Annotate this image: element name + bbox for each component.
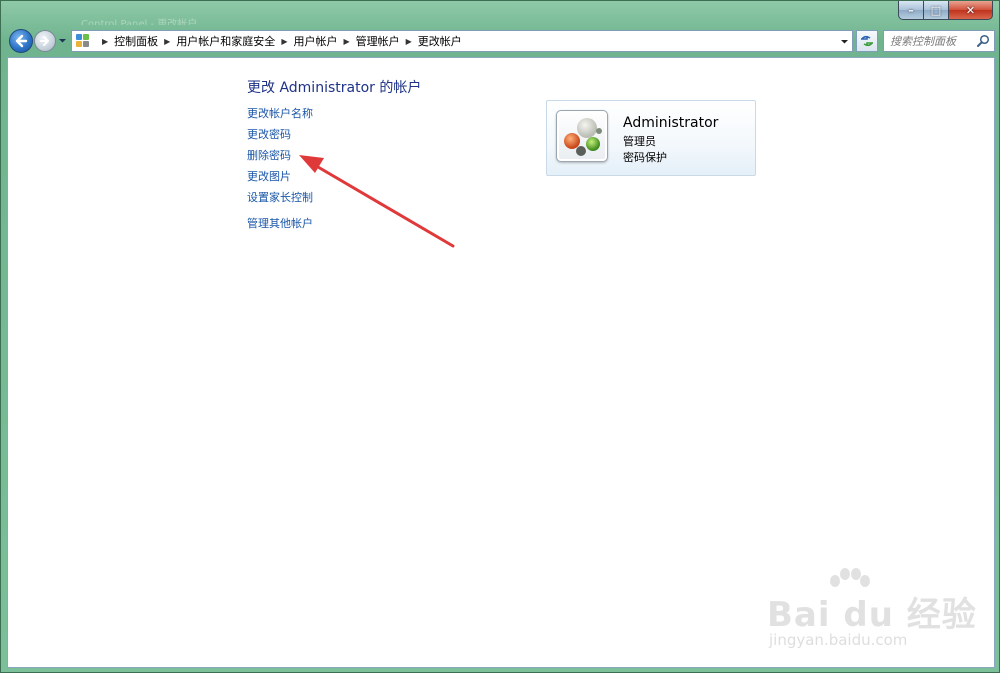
page-title: 更改 Administrator 的帐户: [247, 80, 422, 96]
search-box[interactable]: [883, 30, 995, 52]
account-picture-icon: [564, 118, 602, 156]
breadcrumb-separator-icon[interactable]: ▶: [164, 37, 170, 46]
parental-controls-link[interactable]: 设置家长控制: [247, 190, 313, 211]
breadcrumb: ▶ 控制面板 ▶ 用户帐户和家庭安全 ▶ 用户帐户 ▶ 管理帐户 ▶ 更改帐户: [96, 33, 462, 49]
recent-pages-dropdown[interactable]: [58, 36, 68, 46]
refresh-icon: [861, 35, 873, 47]
control-panel-icon: [76, 34, 90, 48]
remove-password-link[interactable]: 删除密码: [247, 148, 313, 169]
maximize-icon: □: [930, 3, 942, 17]
search-input[interactable]: [890, 34, 974, 48]
account-status: 密码保护: [623, 151, 667, 164]
close-button[interactable]: ✕: [949, 1, 993, 20]
task-list: 更改帐户名称 更改密码 删除密码 更改图片 设置家长控制 管理其他帐户: [247, 106, 313, 237]
chevron-down-icon: [59, 39, 66, 43]
close-icon: ✕: [965, 3, 976, 17]
forward-button[interactable]: [34, 30, 56, 52]
minimize-icon: –: [908, 3, 914, 17]
change-password-link[interactable]: 更改密码: [247, 127, 313, 148]
change-picture-link[interactable]: 更改图片: [247, 169, 313, 190]
breadcrumb-separator-icon[interactable]: ▶: [102, 37, 108, 46]
search-icon[interactable]: [976, 34, 990, 48]
address-bar[interactable]: ▶ 控制面板 ▶ 用户帐户和家庭安全 ▶ 用户帐户 ▶ 管理帐户 ▶ 更改帐户: [71, 30, 853, 52]
forward-arrow-icon: [40, 36, 49, 46]
account-tile: Administrator 管理员 密码保护: [546, 100, 756, 176]
watermark-logo: Bai du 经验: [767, 595, 977, 635]
maximize-button[interactable]: □: [924, 1, 949, 20]
breadcrumb-item-change-account[interactable]: 更改帐户: [418, 33, 462, 49]
title-bar[interactable]: Control Panel - 更改帐户 – □ ✕: [1, 1, 999, 27]
chevron-down-icon: [840, 39, 848, 43]
breadcrumb-separator-icon[interactable]: ▶: [406, 37, 412, 46]
back-button[interactable]: [9, 29, 33, 53]
window: Control Panel - 更改帐户 – □ ✕ ▶ 控制面板 ▶ 用户帐户…: [0, 0, 1000, 673]
window-controls: – □ ✕: [898, 1, 993, 21]
minimize-button[interactable]: –: [898, 1, 924, 20]
manage-other-accounts-link[interactable]: 管理其他帐户: [247, 216, 313, 237]
breadcrumb-item-control-panel[interactable]: 控制面板: [114, 33, 158, 49]
breadcrumb-separator-icon[interactable]: ▶: [281, 37, 287, 46]
navigation-bar: ▶ 控制面板 ▶ 用户帐户和家庭安全 ▶ 用户帐户 ▶ 管理帐户 ▶ 更改帐户: [7, 29, 995, 53]
back-arrow-icon: [15, 34, 28, 48]
breadcrumb-item-manage-accounts[interactable]: 管理帐户: [356, 33, 400, 49]
refresh-button[interactable]: [856, 30, 878, 52]
breadcrumb-separator-icon[interactable]: ▶: [343, 37, 349, 46]
watermark-site: jingyan.baidu.com: [769, 631, 908, 649]
watermark: Bai du 经验 jingyan.baidu.com: [759, 567, 976, 663]
address-history-dropdown[interactable]: [838, 34, 850, 48]
account-name: Administrator: [623, 115, 719, 131]
avatar: [556, 110, 608, 162]
breadcrumb-item-user-accounts-family-safety[interactable]: 用户帐户和家庭安全: [176, 33, 275, 49]
change-account-name-link[interactable]: 更改帐户名称: [247, 106, 313, 127]
breadcrumb-item-user-accounts[interactable]: 用户帐户: [293, 33, 337, 49]
account-role: 管理员: [623, 135, 656, 148]
window-title: Control Panel - 更改帐户: [81, 19, 198, 25]
